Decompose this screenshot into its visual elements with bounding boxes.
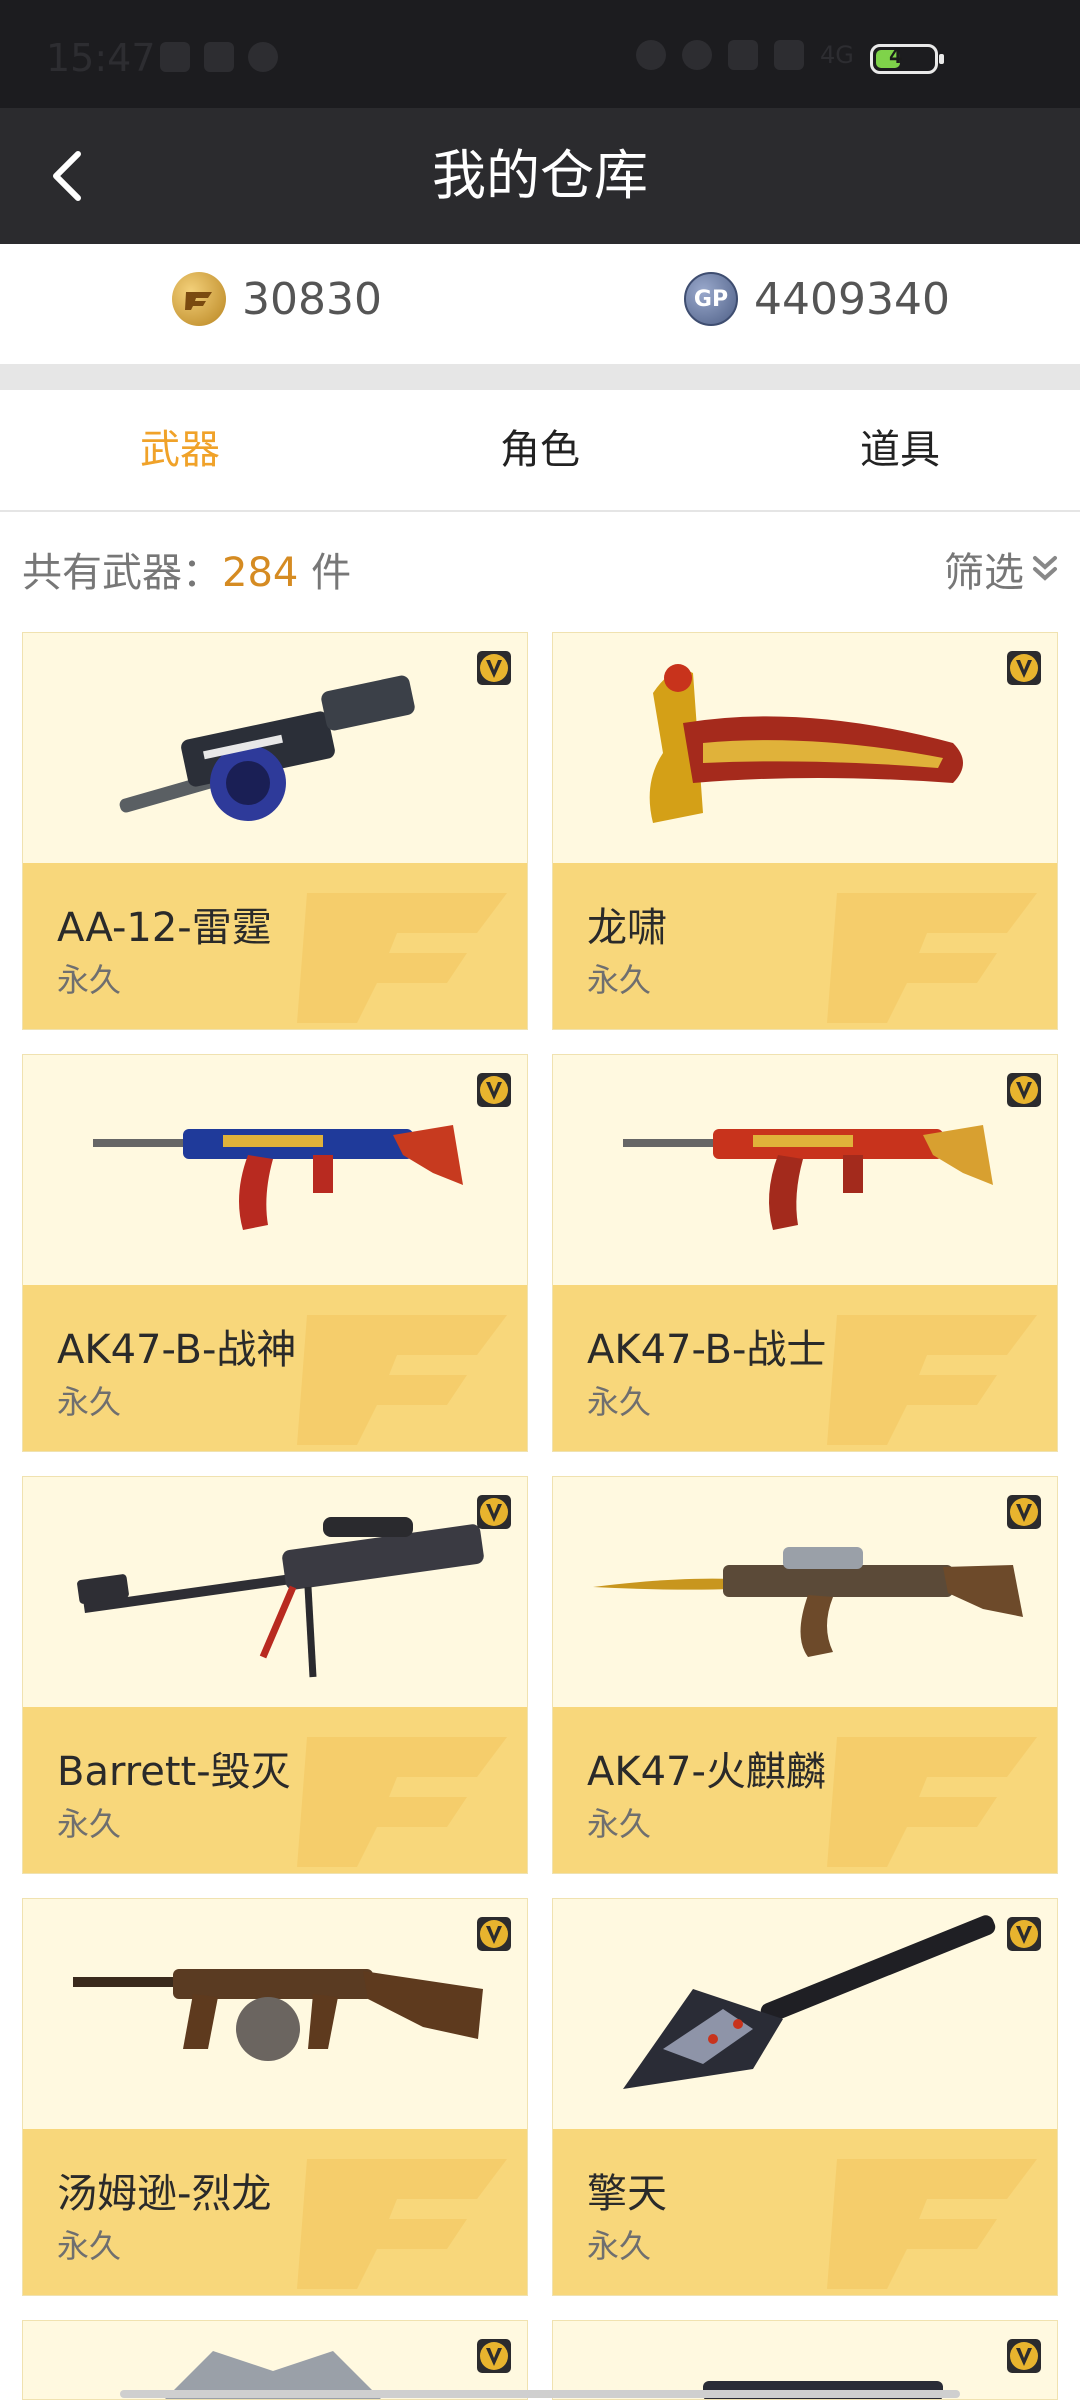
vip-badge-icon: [1007, 1495, 1041, 1529]
weapon-name: 擎天: [587, 2171, 667, 2217]
weapon-duration: 永久: [587, 1383, 652, 1421]
cf-watermark-icon: [827, 1315, 1037, 1445]
cf-points-value: 30830: [242, 273, 382, 325]
weapon-name: 龙啸: [587, 905, 667, 951]
page-title: 我的仓库: [432, 144, 648, 207]
weapon-name: 汤姆逊-烈龙: [57, 2171, 272, 2217]
gp-points-value: 4409340: [754, 273, 950, 325]
weapon-card[interactable]: AK47-火麒麟 永久: [552, 1476, 1058, 1874]
weapon-card[interactable]: Barrett-毁灭 永久: [22, 1476, 528, 1874]
rifle-icon: [623, 1125, 993, 1230]
vip-badge-icon: [1007, 1917, 1041, 1951]
weapon-card[interactable]: [22, 2320, 528, 2400]
weapon-card[interactable]: 汤姆逊-烈龙 永久: [22, 1898, 528, 2296]
currency-bar: 30830 GP 4409340: [0, 244, 1080, 364]
weapon-duration: 永久: [587, 1805, 652, 1843]
tab-characters[interactable]: 角色: [360, 390, 720, 510]
weapon-name: AK47-火麒麟: [587, 1749, 826, 1795]
app-notification-icon: [248, 42, 278, 72]
battery-level: 4: [889, 44, 903, 68]
weapon-image-area: [553, 1477, 1057, 1707]
nav-bar: 我的仓库: [0, 108, 1080, 244]
weapon-image-area: [553, 1899, 1057, 2129]
vip-badge-icon: [477, 1073, 511, 1107]
weapon-image-area: [553, 633, 1057, 863]
filter-button[interactable]: 筛选: [944, 540, 1058, 598]
app-notification-icon: [204, 42, 234, 72]
status-time: 15:47: [46, 36, 156, 80]
weapon-card[interactable]: 擎天 永久: [552, 1898, 1058, 2296]
weapon-duration: 永久: [57, 2227, 122, 2265]
filter-label: 筛选: [944, 550, 1024, 596]
weapon-name: Barrett-毁灭: [57, 1749, 291, 1795]
weapon-card[interactable]: AK47-B-战士 永久: [552, 1054, 1058, 1452]
tab-items[interactable]: 道具: [720, 390, 1080, 510]
rifle-icon: [93, 1125, 463, 1230]
weapon-card[interactable]: AK47-B-战神 永久: [22, 1054, 528, 1452]
weapon-name: AA-12-雷霆: [57, 905, 272, 951]
status-bar: 15:47 4G 4: [0, 0, 1080, 108]
weapon-duration: 永久: [57, 1383, 122, 1421]
cf-watermark-icon: [827, 1737, 1037, 1867]
vip-badge-icon: [477, 1917, 511, 1951]
vip-badge-icon: [1007, 2339, 1041, 2373]
gp-points: GP 4409340: [684, 272, 950, 326]
weapon-duration: 永久: [57, 961, 122, 999]
category-tabs: 武器 角色 道具: [0, 390, 1080, 512]
cf-watermark-icon: [827, 893, 1037, 1023]
battery-icon: 4: [870, 44, 944, 74]
weapon-duration: 永久: [57, 1805, 122, 1843]
cf-watermark-icon: [297, 2159, 507, 2289]
vip-badge-icon: [1007, 651, 1041, 685]
rifle-icon: [593, 1547, 1023, 1657]
vip-badge-icon: [477, 2339, 511, 2373]
vip-badge-icon: [477, 1495, 511, 1529]
weapon-count-summary: 共有武器：284 件: [22, 540, 351, 598]
vip-badge-icon: [1007, 1073, 1041, 1107]
double-chevron-down-icon: [1033, 556, 1057, 581]
hd-icon: [774, 40, 804, 70]
speed-icon: [728, 40, 758, 70]
weapon-image-area: [23, 633, 527, 863]
weapon-name: AK47-B-战神: [57, 1327, 297, 1373]
weapon-image-area: [23, 1899, 527, 2129]
weapon-card[interactable]: 龙啸 永久: [552, 632, 1058, 1030]
notification-icons: [160, 42, 278, 72]
alarm-icon: [636, 40, 666, 70]
app-notification-icon: [160, 42, 190, 72]
summary-unit: 件: [311, 550, 352, 596]
weapon-image-area: [23, 1055, 527, 1285]
dragon-axe-icon: [649, 664, 963, 823]
weapon-image-area: [553, 1055, 1057, 1285]
home-indicator[interactable]: [120, 2390, 960, 2398]
network-label: 4G: [820, 41, 854, 69]
weapon-duration: 永久: [587, 2227, 652, 2265]
weapon-duration: 永久: [587, 961, 652, 999]
weapon-name: AK47-B-战士: [587, 1327, 827, 1373]
weapon-card[interactable]: [552, 2320, 1058, 2400]
cf-watermark-icon: [297, 893, 507, 1023]
gp-coin-icon: GP: [684, 272, 738, 326]
summary-prefix: 共有武器：: [22, 550, 222, 596]
tommy-gun-icon: [73, 1969, 483, 2061]
cf-watermark-icon: [297, 1737, 507, 1867]
sniper-rifle-icon: [77, 1517, 484, 1678]
cf-watermark-icon: [297, 1315, 507, 1445]
shovel-icon: [623, 1915, 996, 2089]
system-icons: 4G: [636, 40, 854, 70]
drum-shotgun-icon: [119, 675, 415, 821]
cf-coin-icon: [172, 272, 226, 326]
tab-weapons[interactable]: 武器: [0, 390, 360, 510]
weapon-card[interactable]: AA-12-雷霆 永久: [22, 632, 528, 1030]
weapon-count: 284: [222, 550, 299, 596]
cf-watermark-icon: [827, 2159, 1037, 2289]
cf-points: 30830: [172, 272, 382, 326]
mute-icon: [682, 40, 712, 70]
weapon-image-area: [23, 1477, 527, 1707]
vip-badge-icon: [477, 651, 511, 685]
section-divider: [0, 364, 1080, 390]
